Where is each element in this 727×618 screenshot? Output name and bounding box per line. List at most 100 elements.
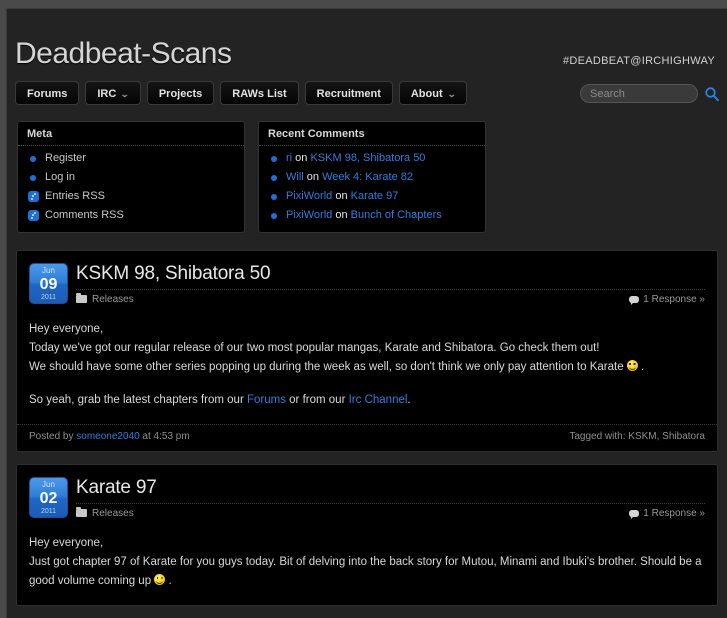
rss-icon (28, 191, 39, 202)
list-item[interactable]: Register (27, 149, 235, 168)
post-responses-label: 1 Response » (643, 294, 705, 305)
post-paragraph: Hey everyone, Today we've got our regular… (29, 323, 645, 373)
comment-bubble-icon (629, 510, 640, 519)
post-date-badge: Jun 02 2011 (29, 477, 68, 518)
posted-time-label: at 4:53 pm (139, 431, 190, 442)
folder-icon (76, 507, 87, 517)
list-item[interactable]: PixiWorld on Karate 97 (268, 187, 476, 206)
post-category-label: Releases (92, 508, 134, 519)
widget-title-recent-comments: Recent Comments (259, 122, 485, 146)
nav-item-label: About (410, 88, 443, 100)
comment-on-label: on (303, 171, 323, 183)
recent-comments-list: ri on KSKM 98, Shibatora 50 Will on Week … (259, 149, 485, 225)
widget-title-meta: Meta (18, 122, 244, 146)
meta-link-comments-rss[interactable]: Comments RSS (45, 209, 124, 221)
list-item[interactable]: Log in (27, 168, 235, 187)
meta-link-login[interactable]: Log in (45, 171, 75, 183)
post-responses-link[interactable]: 1 Response » (629, 508, 705, 519)
post: Jun 02 2011 Karate 97 Releases 1 Response » He… (16, 464, 718, 606)
meta-link-register[interactable]: Register (45, 152, 86, 164)
nav-item-label: RAWs List (232, 88, 287, 100)
comment-author[interactable]: PixiWorld (286, 190, 332, 202)
meta-link-entries-rss[interactable]: Entries RSS (45, 190, 105, 202)
post-date-year: 2011 (40, 508, 57, 515)
comment-author[interactable]: Will (286, 171, 304, 183)
page-container: Deadbeat-Scans #DEADBEAT@IRCHIGHWAY Foru… (6, 8, 727, 618)
nav-item-projects[interactable]: Projects (146, 81, 215, 105)
rss-icon (28, 210, 39, 221)
nav-item-label: Projects (158, 88, 203, 100)
post-date-day: 02 (39, 490, 58, 507)
nav-item-label: IRC (97, 88, 117, 100)
post-date-day: 09 (39, 276, 58, 293)
post: Jun 09 2011 KSKM 98, Shibatora 50 Releases 1 … (16, 250, 718, 452)
comment-on-label: on (292, 152, 311, 164)
post-footer: Posted by someone2040 at 4:53 pm Tagged w… (17, 424, 717, 451)
comment-post-title[interactable]: Karate 97 (351, 190, 399, 202)
post-author-link[interactable]: someone2040 (76, 431, 139, 442)
smiley-icon (154, 574, 166, 585)
widget-meta: Meta Register Log in Entries RSS Comment… (17, 121, 245, 233)
comment-on-label: on (332, 190, 351, 202)
comment-bubble-icon (629, 296, 640, 305)
post-category-link[interactable]: Releases (76, 507, 134, 519)
post-body: Hey everyone, Just got chapter 97 of Kara… (29, 522, 705, 591)
post-category-link[interactable]: Releases (76, 293, 134, 305)
list-item[interactable]: Comments RSS (27, 206, 235, 225)
post-title: Karate 97 (76, 477, 705, 499)
tagged-with-label: Tagged with: (569, 431, 629, 442)
nav-item-forums[interactable]: Forums (15, 81, 80, 105)
list-item[interactable]: PixiWorld on Bunch of Chapters (268, 206, 476, 225)
post-tag-links[interactable]: KSKM, Shibatora (628, 431, 705, 442)
comment-post-title[interactable]: Week 4: Karate 82 (322, 171, 413, 183)
post-header: Jun 09 2011 KSKM 98, Shibatora 50 Releases 1 … (29, 263, 705, 308)
post-date-badge: Jun 09 2011 (29, 263, 68, 304)
nav-item-irc[interactable]: IRC ⌄ (85, 81, 141, 105)
site-title: Deadbeat-Scans (15, 37, 232, 70)
post-date-month: Jun (42, 266, 55, 275)
posted-by-label: Posted by (29, 431, 77, 442)
comment-author[interactable]: PixiWorld (286, 209, 332, 221)
nav-item-label: Forums (27, 88, 68, 100)
post-responses-label: 1 Response » (643, 508, 705, 519)
post-tags: Tagged with: KSKM, Shibatora (569, 431, 705, 442)
post-title-link[interactable]: Karate 97 (76, 477, 157, 498)
search-form (580, 84, 721, 103)
post-title-link[interactable]: KSKM 98, Shibatora 50 (76, 263, 271, 284)
post-responses-link[interactable]: 1 Response » (629, 294, 705, 305)
post-title: KSKM 98, Shibatora 50 (76, 263, 705, 285)
post-list: Jun 09 2011 KSKM 98, Shibatora 50 Releases 1 … (7, 233, 727, 606)
nav-item-label: Recruitment (316, 88, 381, 100)
chevron-down-icon: ⌄ (120, 89, 130, 99)
main-navigation: Forums IRC ⌄ Projects RAWs List Recruitment Ab… (7, 81, 727, 113)
post-date-month: Jun (42, 480, 55, 489)
post-meta-row: Releases 1 Response » (76, 289, 705, 308)
post-date-year: 2011 (40, 294, 57, 301)
comment-on-label: on (332, 209, 351, 221)
post-paragraph: So yeah, grab the latest chapters from o… (29, 394, 411, 406)
body-link[interactable]: Irc Channel (349, 394, 408, 406)
smiley-icon (626, 360, 638, 371)
widget-recent-comments: Recent Comments ri on KSKM 98, Shibatora… (258, 121, 486, 233)
nav-item-about[interactable]: About ⌄ (398, 81, 468, 105)
site-header: Deadbeat-Scans #DEADBEAT@IRCHIGHWAY (7, 9, 727, 81)
chevron-down-icon: ⌄ (446, 89, 457, 99)
post-meta-row: Releases 1 Response » (76, 503, 705, 522)
list-item[interactable]: Will on Week 4: Karate 82 (268, 168, 476, 187)
list-item[interactable]: Entries RSS (27, 187, 235, 206)
search-input[interactable] (580, 84, 698, 103)
comment-post-title[interactable]: KSKM 98, Shibatora 50 (310, 152, 425, 164)
nav-item-raws-list[interactable]: RAWs List (220, 81, 299, 105)
meta-list: Register Log in Entries RSS Comments RSS (18, 149, 244, 225)
post-header: Jun 02 2011 Karate 97 Releases 1 Response » (29, 477, 705, 522)
comment-post-title[interactable]: Bunch of Chapters (351, 209, 442, 221)
folder-icon (76, 293, 87, 303)
search-icon (705, 86, 719, 101)
list-item[interactable]: ri on KSKM 98, Shibatora 50 (268, 149, 476, 168)
post-body: Hey everyone, Today we've got our regular… (29, 308, 705, 410)
irc-channel-tag: #DEADBEAT@IRCHIGHWAY (562, 55, 715, 67)
body-link[interactable]: Forums (247, 394, 286, 406)
post-category-label: Releases (92, 294, 134, 305)
nav-item-recruitment[interactable]: Recruitment (304, 81, 393, 105)
search-button[interactable] (703, 84, 721, 103)
